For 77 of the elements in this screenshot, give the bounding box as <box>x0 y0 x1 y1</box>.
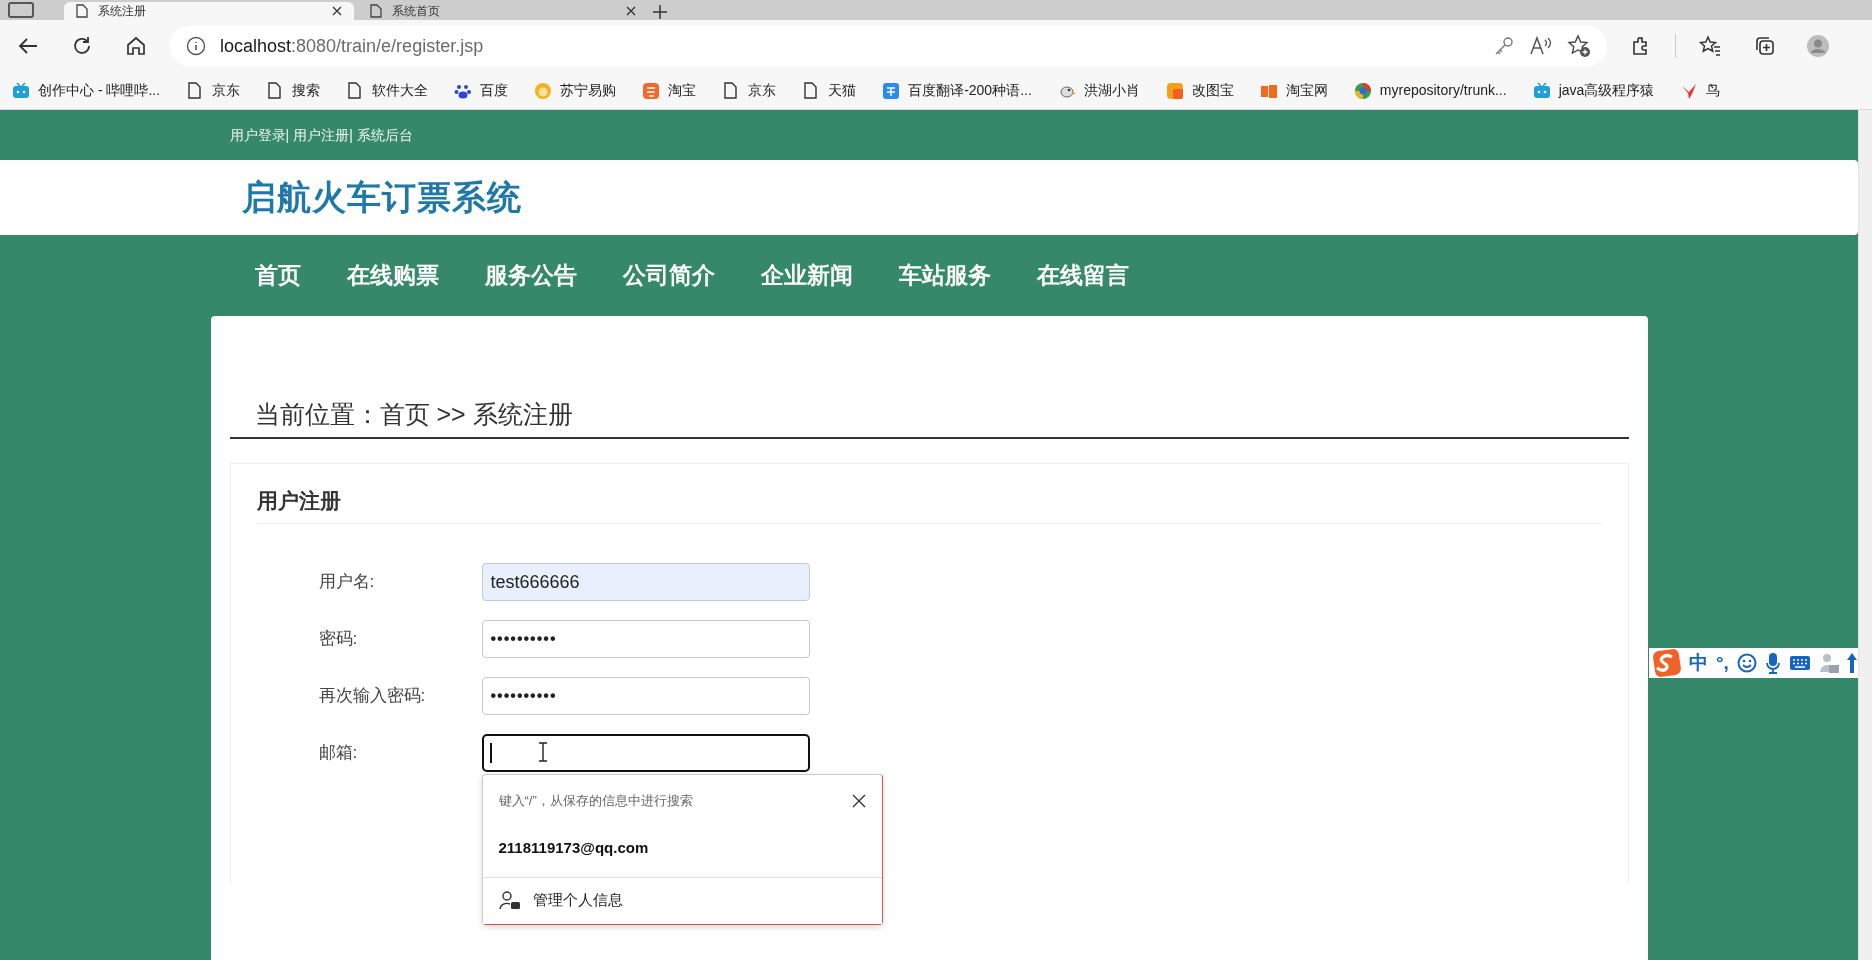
header-link[interactable]: 系统后台 <box>356 124 413 146</box>
nav-link[interactable]: 首页 <box>254 258 301 293</box>
site-title: 启航火车订票系统 <box>240 177 523 218</box>
square-icon <box>1165 81 1184 100</box>
bookmark-link[interactable]: 改图宝 <box>1165 80 1234 101</box>
field-label: 密码: <box>317 628 359 651</box>
bookmark-link[interactable]: 京东 <box>722 80 777 101</box>
circle-icon <box>1353 81 1372 100</box>
collections-icon <box>1753 35 1775 57</box>
bookmark-link[interactable]: 百度翻译-200种语... <box>882 80 1032 101</box>
bookmark-link[interactable]: myrepository/trunk... <box>1353 80 1507 101</box>
header-link[interactable]: 用户登录| <box>229 124 290 146</box>
refresh-icon <box>71 35 93 57</box>
nav-link[interactable]: 服务公告 <box>484 258 577 293</box>
nav-link[interactable]: 公司简介 <box>622 258 715 293</box>
close-icon[interactable] <box>851 793 866 808</box>
read-aloud-icon[interactable] <box>1529 35 1553 57</box>
punctuation-toggle[interactable]: °, <box>1716 648 1729 678</box>
input-field[interactable] <box>481 734 810 773</box>
nav-link[interactable]: 在线购票 <box>346 258 439 293</box>
new-tab-icon[interactable] <box>652 4 668 20</box>
favorites-icon <box>1699 35 1721 57</box>
arrow-up-icon[interactable] <box>1846 652 1857 674</box>
text-caret <box>489 743 492 764</box>
bookmark-link[interactable]: 苏宁易购 <box>534 80 617 101</box>
keyboard-icon[interactable] <box>1788 654 1811 672</box>
manage-info-button[interactable]: 管理个人信息 <box>482 877 882 924</box>
bookmark-link[interactable]: 搜索 <box>266 80 321 101</box>
bookmark-link[interactable]: 淘宝网 <box>1259 80 1328 101</box>
smiley-icon[interactable] <box>1736 653 1757 673</box>
favorite-add-icon[interactable] <box>1567 34 1591 58</box>
bookmark-link[interactable]: 淘宝 <box>642 80 697 101</box>
nav-link[interactable]: 在线留言 <box>1036 258 1129 293</box>
bookmark-link[interactable]: 创作中心 - 哔哩哔... <box>12 80 161 101</box>
breadcrumb-text: 当前位置：首页 >> 系统注册 <box>253 399 574 430</box>
close-icon[interactable] <box>332 6 342 16</box>
tab-actions-icon[interactable] <box>8 2 34 18</box>
bookmark-link[interactable]: 百度 <box>454 80 509 101</box>
input-field[interactable]: •••••••••• <box>481 620 810 659</box>
input-mode-toggle[interactable]: 中 <box>1689 648 1708 678</box>
text-cursor-icon <box>537 742 548 763</box>
browser-tab[interactable]: 系统注册 <box>64 2 354 20</box>
scrollbar[interactable] <box>1858 110 1872 960</box>
home-icon <box>125 35 147 57</box>
field-label: 邮箱: <box>317 742 359 765</box>
bookmark-link[interactable]: 鸟 <box>1680 80 1721 101</box>
bookmark-link[interactable]: 京东 <box>186 80 241 101</box>
square-icon <box>642 81 661 100</box>
square-icon <box>882 81 901 100</box>
nav-link[interactable]: 企业新闻 <box>760 258 853 293</box>
tv-icon <box>1532 81 1551 100</box>
form-title: 用户注册 <box>256 487 1602 524</box>
bookmark-link[interactable]: 软件大全 <box>346 80 429 101</box>
tv-icon <box>12 81 30 100</box>
address-bar[interactable]: localhost:8080/train/e/register.jsp <box>170 26 1607 66</box>
profile-icon <box>1807 35 1829 57</box>
autofill-hint: 键入“/”，从保存的信息中进行搜索 <box>498 792 693 811</box>
header-link[interactable]: 用户注册| <box>293 124 353 146</box>
close-icon[interactable] <box>626 6 636 16</box>
bookmark-link[interactable]: 天猫 <box>802 80 857 101</box>
info-icon <box>186 36 206 56</box>
bookmark-link[interactable]: 洪湖小肖 <box>1057 80 1140 101</box>
field-label: 再次输入密码: <box>317 685 427 708</box>
key-icon[interactable] <box>1493 35 1515 57</box>
url-text: localhost:8080/train/e/register.jsp <box>220 34 484 58</box>
user-icon[interactable] <box>1818 652 1839 674</box>
microphone-icon[interactable] <box>1764 652 1781 674</box>
input-field[interactable]: •••••••••• <box>481 677 810 716</box>
autofill-suggestion[interactable]: 2118119173@qq.com <box>482 828 882 869</box>
person-card-icon <box>498 890 521 911</box>
page-icon <box>370 4 382 18</box>
lion-icon <box>534 81 553 100</box>
nav-link[interactable]: 车站服务 <box>898 258 991 293</box>
page-icon <box>76 4 88 18</box>
bookmark-link[interactable]: java高级程序猿 <box>1532 80 1655 101</box>
input-field[interactable]: test666666 <box>481 563 810 602</box>
field-label: 用户名: <box>317 571 376 594</box>
